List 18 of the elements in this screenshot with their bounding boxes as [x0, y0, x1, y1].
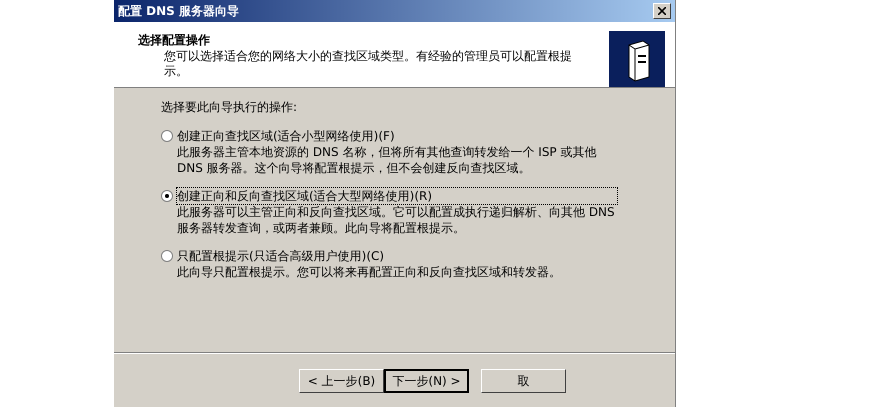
option-description: 此服务器可以主管正向和反向查找区域。它可以配置成执行递归解析、向其他 DNS 服务器转发查询，或两者兼顾。此向导将配置根提示。	[177, 204, 616, 236]
prompt-text: 选择要此向导执行的操作:	[161, 99, 298, 116]
close-button[interactable]	[653, 3, 671, 19]
header-title: 选择配置操作	[138, 32, 211, 49]
radio-button[interactable]	[161, 250, 173, 262]
back-button[interactable]: < 上一步(B)	[299, 368, 384, 392]
option-description: 此服务器主管本地资源的 DNS 名称，但将所有其他查询转发给一个 ISP 或其他 DNS 服务器。这个向导将配置根提示，但不会创建反向查找区域。	[177, 144, 598, 176]
cancel-button[interactable]: 取	[481, 368, 566, 392]
radio-button[interactable]	[161, 130, 173, 142]
header-description: 您可以选择适合您的网络大小的查找区域类型。有经验的管理员可以配置根提示。	[163, 49, 573, 79]
close-icon	[658, 7, 666, 15]
option-label[interactable]: 创建正向查找区域(适合小型网络使用)(F)	[177, 128, 617, 144]
option-label[interactable]: 只配置根提示(只适合高级用户使用)(C)	[177, 248, 617, 264]
radio-button[interactable]	[161, 190, 173, 202]
window-title: 配置 DNS 服务器向导	[118, 3, 240, 20]
next-button[interactable]: 下一步(N) >	[384, 368, 469, 392]
option-label[interactable]: 创建正向和反向查找区域(适合大型网络使用)(R)	[177, 188, 617, 204]
option-description: 此向导只配置根提示。您可以将来再配置正向和反向查找区域和转发器。	[177, 264, 562, 280]
